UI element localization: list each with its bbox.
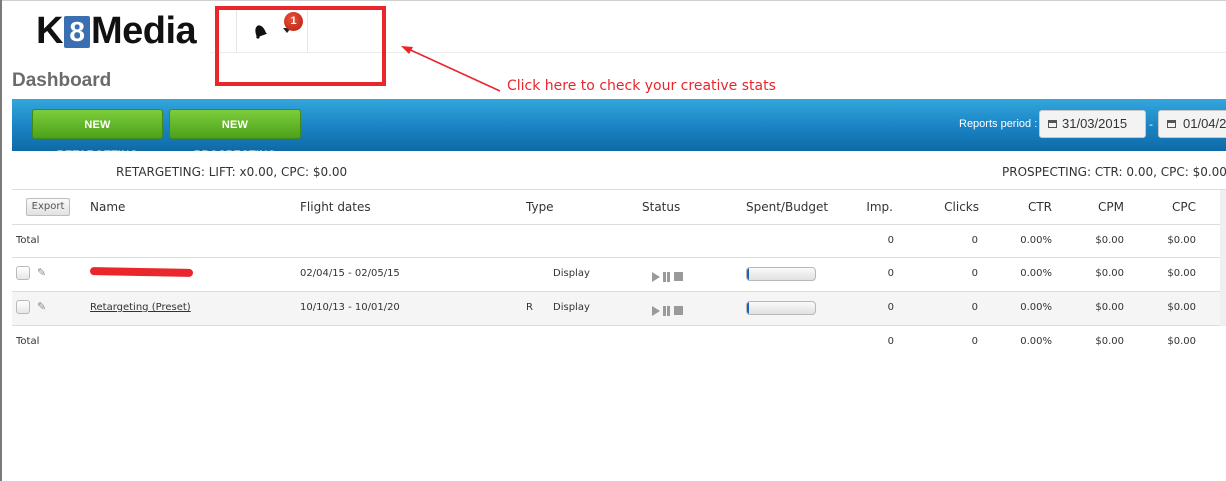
row-type: Display [553, 302, 590, 313]
pencil-icon[interactable]: ✎ [37, 300, 46, 313]
row-divider [12, 325, 1226, 326]
column-header-imp[interactable]: Imp. [850, 200, 893, 214]
prospecting-summary: PROSPECTING: CTR: 0.00, CPC: $0.00 [1002, 165, 1226, 179]
calendar-icon [1048, 120, 1057, 128]
total-clicks: 0 [971, 336, 978, 347]
campaign-name-link[interactable]: Retargeting (Preset) [90, 302, 191, 313]
table-top-border [12, 189, 1226, 190]
row-flight-dates: 02/04/15 - 02/05/15 [300, 268, 400, 279]
row-cpm: $0.00 [1095, 302, 1124, 313]
row-divider [12, 257, 1226, 258]
row-clicks: 0 [971, 268, 978, 279]
calendar-icon [1167, 120, 1176, 128]
new-prospecting-button[interactable]: NEW PROSPECTING [169, 109, 301, 161]
total-cpc: $0.00 [1167, 336, 1196, 347]
column-header-cpc[interactable]: CPC [1150, 200, 1196, 214]
page-title: Dashboard [12, 70, 112, 91]
row-cpm: $0.00 [1095, 268, 1124, 279]
date-separator: - [1149, 118, 1153, 131]
date-end-value: 01/04/201 [1183, 116, 1226, 131]
pencil-icon[interactable]: ✎ [37, 266, 46, 279]
total-label: Total [16, 336, 40, 347]
row-checkbox[interactable] [16, 300, 30, 314]
table-scrollbar[interactable] [1220, 190, 1226, 326]
row-checkbox[interactable] [16, 266, 30, 280]
row-type-code: R [526, 302, 533, 313]
row-ctr: 0.00% [1020, 268, 1052, 279]
play-icon[interactable] [652, 271, 660, 282]
total-ctr: 0.00% [1020, 336, 1052, 347]
row-cpc: $0.00 [1167, 268, 1196, 279]
header-divider-line [12, 224, 1226, 225]
row-imp: 0 [887, 268, 894, 279]
row-clicks: 0 [971, 302, 978, 313]
pause-icon[interactable] [663, 305, 670, 316]
date-end-picker[interactable]: 01/04/201 [1158, 110, 1226, 138]
new-retargeting-button[interactable]: NEW RETARGETING [32, 109, 163, 161]
annotation-text: Click here to check your creative stats [507, 78, 776, 94]
column-header-type[interactable]: Type [526, 200, 554, 214]
total-cpc: $0.00 [1167, 235, 1196, 246]
column-header-flight-dates[interactable]: Flight dates [300, 200, 371, 214]
total-imp: 0 [887, 336, 894, 347]
row-type: Display [553, 268, 590, 279]
total-cpm: $0.00 [1095, 336, 1124, 347]
row-cpc: $0.00 [1167, 302, 1196, 313]
row-flight-dates: 10/10/13 - 10/01/20 [300, 302, 400, 313]
date-start-value: 31/03/2015 [1062, 116, 1128, 131]
total-label: Total [16, 235, 40, 246]
row-imp: 0 [887, 302, 894, 313]
retargeting-summary: RETARGETING: LIFT: x0.00, CPC: $0.00 [116, 165, 348, 179]
stop-icon[interactable] [674, 272, 683, 281]
stop-icon[interactable] [674, 306, 683, 315]
row-status-controls [652, 266, 683, 285]
budget-progress-bar [746, 267, 816, 281]
play-icon[interactable] [652, 305, 660, 316]
total-cpm: $0.00 [1095, 235, 1124, 246]
column-header-status[interactable]: Status [642, 200, 680, 214]
total-clicks: 0 [971, 235, 978, 246]
column-header-cpm[interactable]: CPM [1080, 200, 1124, 214]
column-header-spent-budget[interactable]: Spent/Budget [746, 200, 828, 214]
redacted-campaign-name[interactable] [89, 267, 194, 277]
budget-progress-bar [746, 301, 816, 315]
column-header-name[interactable]: Name [90, 200, 125, 214]
export-button[interactable]: Export [26, 198, 70, 216]
budget-progress-fill [747, 302, 750, 314]
toolbar: NEW RETARGETING NEW PROSPECTING Reports … [12, 99, 1226, 161]
row-divider [12, 291, 1226, 292]
column-header-clicks[interactable]: Clicks [920, 200, 979, 214]
row-status-controls [652, 300, 683, 319]
column-header-ctr[interactable]: CTR [1010, 200, 1052, 214]
row-ctr: 0.00% [1020, 302, 1052, 313]
reports-period-label: Reports period : [959, 118, 1038, 130]
pause-icon[interactable] [663, 271, 670, 282]
total-ctr: 0.00% [1020, 235, 1052, 246]
budget-progress-fill [747, 268, 750, 280]
date-start-picker[interactable]: 31/03/2015 [1039, 110, 1146, 138]
total-imp: 0 [887, 235, 894, 246]
